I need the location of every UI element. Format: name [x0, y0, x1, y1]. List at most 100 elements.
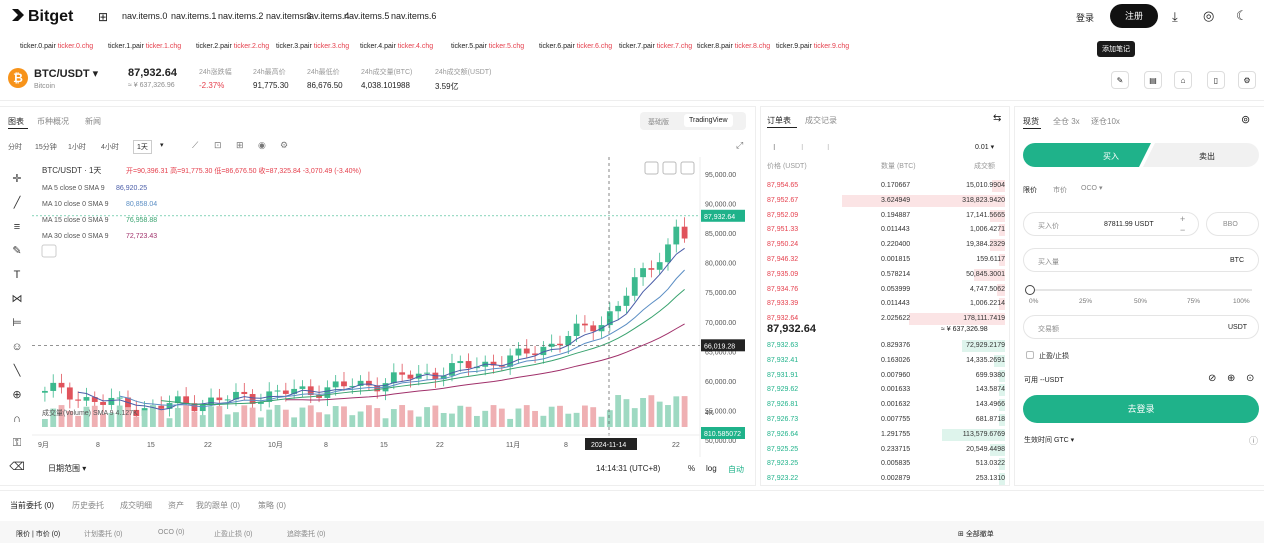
tk[interactable]: ticker.8.pair ticker.8.chg — [697, 43, 770, 50]
chart-camera-icon[interactable]: ◉ — [258, 140, 266, 151]
auto-toggle[interactable]: 自动 — [728, 464, 744, 475]
view-asks-icon[interactable]: ⁝ — [827, 143, 830, 152]
navitem[interactable]: nav.items.5 — [344, 11, 389, 21]
fullscreen-icon[interactable]: ⤢ — [736, 140, 743, 151]
orderbook-row[interactable]: 87,926.64 1.291755 113,579.6769 — [767, 428, 1005, 441]
tk[interactable]: ticker.5.pair ticker.5.chg — [451, 43, 524, 50]
tk[interactable]: ticker.7.chg — [657, 43, 692, 50]
orderbook-row[interactable]: 87,954.65 0.170667 15,010.9904 — [767, 180, 1005, 192]
orderbook-row[interactable]: 87,952.67 3.624949 318,823.9420 — [767, 194, 1005, 207]
order-type-tab[interactable]: OCO — [1081, 185, 1097, 192]
chart-tab[interactable]: 币种概况 — [37, 116, 69, 127]
tk[interactable]: ticker.2.pair — [196, 43, 232, 50]
robot-icon[interactable]: ⊚ — [1241, 113, 1250, 126]
tab-trades[interactable]: 成交记录 — [805, 115, 837, 126]
tk[interactable]: ticker.4.pair ticker.4.chg — [360, 43, 433, 50]
chart-tab[interactable]: 新闻 — [85, 116, 101, 127]
amount-slider[interactable] — [1030, 289, 1252, 291]
tk[interactable]: ticker.4.pair — [360, 43, 396, 50]
navitem[interactable]: nav.items.6 — [391, 11, 436, 21]
tk[interactable]: ticker.4.chg — [398, 43, 433, 50]
side-tool-fib-icon[interactable]: ≡ — [9, 219, 25, 235]
tk[interactable]: ticker.9.pair — [776, 43, 812, 50]
chart-layout-icon[interactable]: ⊞ — [236, 140, 244, 151]
tk[interactable]: ticker.6.pair — [539, 43, 575, 50]
note-icon[interactable]: ✎ — [1111, 71, 1129, 89]
interval-option[interactable]: 分时 — [8, 142, 22, 152]
orders-tab[interactable]: 资产 — [168, 500, 184, 511]
buy-qty-field[interactable]: 买入量 BTC — [1023, 248, 1259, 272]
tk[interactable]: ticker.6.chg — [577, 43, 612, 50]
orders-subtab[interactable]: 计划委托 (0) — [84, 529, 123, 539]
orders-subtab[interactable]: OCO (0) — [158, 529, 184, 536]
orderbook-row[interactable]: 87,926.73 0.007755 681.8718 — [767, 414, 1005, 426]
info-icon[interactable]: ⓘ — [1249, 434, 1258, 447]
interval-option[interactable]: 1小时 — [68, 142, 86, 152]
tk[interactable]: ticker.1.pair — [108, 43, 144, 50]
register-button[interactable]: 注册 — [1110, 4, 1158, 28]
orderbook-row[interactable]: 87,932.63 0.829376 72,929.2179 — [767, 340, 1005, 352]
deposit-icon[interactable]: ⊕ — [1227, 373, 1235, 384]
bbo-button[interactable]: BBO — [1206, 212, 1259, 236]
side-tool-trash-icon[interactable]: ⌫ — [9, 459, 25, 475]
side-tool-emoji-icon[interactable]: ☺ — [9, 339, 25, 355]
orderbook-row[interactable]: 87,952.09 0.194887 17,141.5665 — [767, 209, 1005, 222]
theme-moon-icon[interactable]: ☾ — [1236, 8, 1248, 24]
time-in-force-select[interactable]: 生效时间 GTC ▾ — [1024, 435, 1074, 445]
side-tool-zoom-icon[interactable]: ⊕ — [9, 387, 25, 403]
view-both-icon[interactable]: ⁝ — [773, 143, 776, 152]
slider-handle[interactable] — [1025, 285, 1035, 295]
orderbook-row[interactable]: 87,931.91 0.007960 699.9380 — [767, 369, 1005, 382]
orders-subtab[interactable]: 止盈止损 (0) — [214, 529, 253, 539]
side-tool-text-icon[interactable]: T — [9, 267, 25, 283]
tk[interactable]: ticker.0.pair — [20, 43, 56, 50]
orderbook-row[interactable]: 87,935.09 0.578214 50,845.3001 — [767, 268, 1005, 281]
orderbook-row[interactable]: 87,950.24 0.220400 19,384.2329 — [767, 239, 1005, 252]
orders-tab[interactable]: 成交明细 — [120, 500, 152, 511]
precision-select[interactable]: 0.01 ▾ — [975, 143, 994, 151]
tk[interactable]: ticker.5.chg — [489, 43, 524, 50]
side-tool-crosshair-icon[interactable]: ✛ — [9, 171, 25, 187]
pair-selector[interactable]: BTC/USDT ▾ — [34, 67, 98, 80]
side-tool-magnet-icon[interactable]: ∩ — [9, 411, 25, 427]
interval-dropdown-icon[interactable]: ▾ — [160, 141, 164, 149]
navitem[interactable]: nav.items.2 — [218, 11, 263, 21]
side-tool-trendline-icon[interactable]: ╱ — [9, 195, 25, 211]
orderbook-row[interactable]: 87,934.76 0.053999 4,747.5062 — [767, 283, 1005, 296]
tk[interactable]: ticker.6.pair ticker.6.chg — [539, 43, 612, 50]
layout-icon[interactable]: ▤ — [1144, 71, 1162, 89]
orderbook-row[interactable]: 87,923.22 0.002879 253.1310 — [767, 473, 1005, 486]
globe-icon[interactable]: ◎ — [1203, 8, 1214, 24]
orderbook-row[interactable]: 87,933.39 0.011443 1,006.2214 — [767, 298, 1005, 311]
go-login-button[interactable]: 去登录 — [1023, 395, 1259, 423]
order-type-tab[interactable]: 市价 — [1053, 185, 1067, 195]
trade-tab[interactable]: 全仓 3x — [1053, 116, 1080, 127]
tk[interactable]: ticker.9.pair ticker.9.chg — [776, 43, 849, 50]
tk[interactable]: ticker.0.chg — [58, 43, 93, 50]
trade-amount-field[interactable]: 交易额 USDT — [1023, 315, 1259, 339]
orders-tab[interactable]: 我的跟单 (0) — [196, 500, 240, 511]
order-type-tab[interactable]: 限价 — [1023, 185, 1037, 195]
sell-tab[interactable]: 卖出 — [1199, 151, 1215, 162]
interval-option[interactable]: 4小时 — [101, 142, 119, 152]
log-toggle[interactable]: log — [706, 464, 717, 473]
mode-basic[interactable]: 基础版 — [648, 117, 669, 127]
interval-option[interactable]: 1天 — [133, 140, 152, 154]
orderbook-row[interactable]: 87,932.41 0.163026 14,335.2691 — [767, 354, 1005, 367]
more-icon[interactable]: ⊙ — [1246, 373, 1254, 384]
tab-orderbook[interactable]: 订单表 — [767, 115, 791, 126]
orders-tab[interactable]: 当前委托 (0) — [10, 500, 54, 511]
brand-logo[interactable]: Bitget — [10, 7, 73, 26]
navitem[interactable]: nav.items.0 — [122, 11, 167, 21]
orderbook-row[interactable]: 87,951.33 0.011443 1,006.4271 — [767, 224, 1005, 237]
side-tool-brush-icon[interactable]: ✎ — [9, 243, 25, 259]
tk[interactable]: ticker.9.chg — [814, 43, 849, 50]
orders-subtab[interactable]: 限价 | 市价 (0) — [16, 529, 60, 539]
transfer-icon[interactable]: ⊘ — [1208, 373, 1216, 384]
tk[interactable]: ticker.8.chg — [735, 43, 770, 50]
mode-tradingview[interactable]: TradingView — [684, 114, 733, 127]
book-icon[interactable]: ▯ — [1207, 71, 1225, 89]
date-range-selector[interactable]: 日期范围 ▾ — [48, 463, 86, 474]
oco-dropdown-icon[interactable]: ▾ — [1099, 184, 1103, 192]
tk[interactable]: ticker.1.chg — [146, 43, 181, 50]
